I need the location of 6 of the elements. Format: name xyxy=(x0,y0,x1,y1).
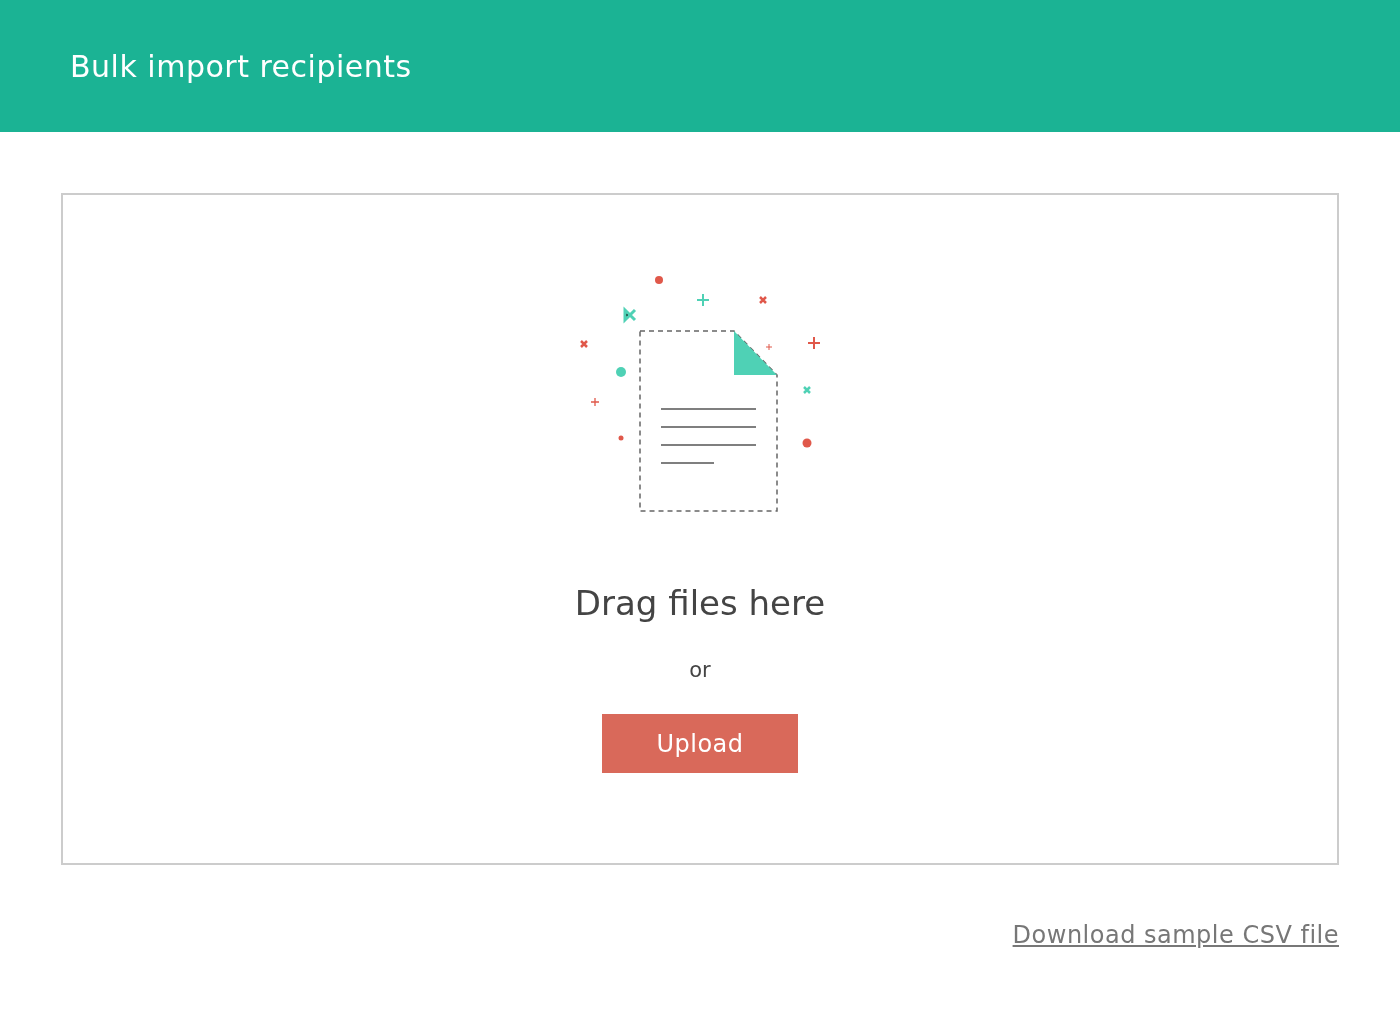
separator-text: or xyxy=(689,657,711,684)
page-title: Bulk import recipients xyxy=(70,48,412,84)
drop-heading: Drag files here xyxy=(574,582,826,625)
upload-button[interactable]: Upload xyxy=(602,714,798,773)
download-sample-link[interactable]: Download sample CSV file xyxy=(1012,919,1339,951)
drop-zone[interactable]: Drag files here or Upload xyxy=(61,193,1339,865)
